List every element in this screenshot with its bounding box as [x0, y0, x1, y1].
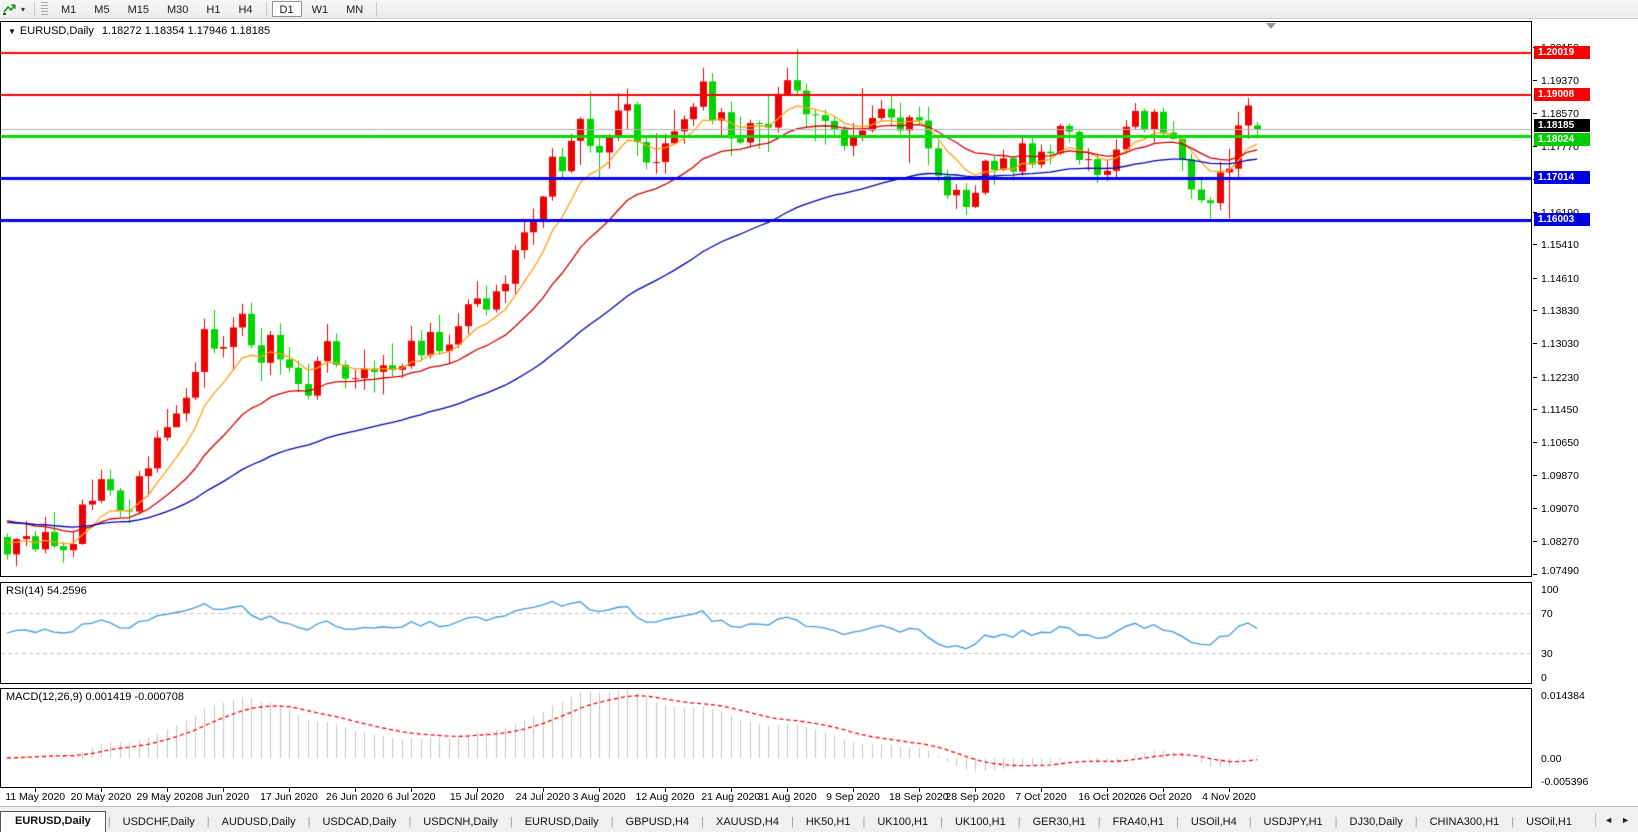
timeframe-button-m15[interactable]: M15 — [120, 1, 157, 17]
chart-ohlc-values: 1.18272 1.18354 1.17946 1.18185 — [102, 25, 270, 37]
price-tag-117014[interactable]: 1.17014 — [1534, 171, 1590, 184]
symbol-tab-usoil-h4[interactable]: USOil,H4 — [1179, 813, 1249, 832]
price-axis-label: 1.11450 — [1541, 404, 1578, 416]
price-axis-label: 1.09870 — [1541, 470, 1579, 482]
symbol-tab-hk50-h1[interactable]: HK50,H1 — [794, 813, 863, 832]
symbol-tab-usdcnh-daily[interactable]: USDCNH,Daily — [411, 813, 510, 832]
price-axis-label: 1.09070 — [1541, 503, 1579, 515]
mt4-chart-window: ▾ M1M5M15M30H1H4 D1W1MN ▼ EURUSD,Daily 1.18… — [0, 0, 1638, 832]
price-tag-119008[interactable]: 1.19008 — [1534, 88, 1590, 101]
rsi-axis-label: 30 — [1541, 648, 1553, 660]
macd-indicator-label: MACD(12,26,9) 0.001419 -0.000708 — [6, 691, 184, 703]
price-axis-tick — [1533, 541, 1537, 542]
price-axis-label: 1.07490 — [1541, 565, 1579, 577]
rsi-axis-label: 100 — [1541, 584, 1559, 596]
macd-axis-label: 0.014384 — [1541, 690, 1585, 702]
rsi-chart-canvas[interactable] — [1, 583, 1531, 683]
price-axis-tick — [1533, 343, 1537, 344]
toolbar-separator — [34, 2, 35, 17]
price-axis-tick — [1533, 113, 1537, 114]
timeframe-button-d1[interactable]: D1 — [272, 1, 302, 17]
price-axis-label: 1.12230 — [1541, 372, 1579, 384]
symbol-tab-usdjpy-h1[interactable]: USDJPY,H1 — [1252, 813, 1335, 832]
chart-symbol-label: EURUSD,Daily — [20, 25, 94, 37]
timeframe-buttons: M1M5M15M30H1H4 D1W1MN — [52, 1, 381, 17]
symbol-tab-eurusd-daily[interactable]: EURUSD,Daily — [0, 811, 106, 832]
date-axis-label: 4 Nov 2020 — [1189, 791, 1269, 803]
symbol-tab-ger30-h1[interactable]: GER30,H1 — [1021, 813, 1098, 832]
tab-scroll-right-icon[interactable]: ► — [1621, 815, 1630, 825]
tab-scroll-left-icon[interactable]: ◄ — [1604, 815, 1613, 825]
price-axis-tick — [1533, 146, 1537, 147]
price-tag-116003[interactable]: 1.16003 — [1534, 213, 1590, 226]
timeframe-button-m1[interactable]: M1 — [53, 1, 84, 17]
chart-tool-icon[interactable] — [0, 1, 20, 18]
chart-shift-marker[interactable] — [1266, 23, 1276, 29]
rsi-indicator-label: RSI(14) 54.2596 — [6, 585, 87, 597]
symbol-tab-uk100-h1[interactable]: UK100,H1 — [943, 813, 1018, 832]
price-axis-tick — [1533, 244, 1537, 245]
macd-axis-label: 0.00 — [1541, 753, 1561, 765]
symbol-tab-uk100-h1[interactable]: UK100,H1 — [865, 813, 940, 832]
toolbar-separator — [376, 2, 377, 17]
price-axis-tick — [1533, 278, 1537, 279]
tab-scroll-arrows: ◄► — [1587, 807, 1638, 832]
toolbar-grip-handle[interactable] — [41, 2, 48, 16]
collapse-chart-icon[interactable]: ▼ — [8, 27, 16, 36]
price-axis-label: 1.13030 — [1541, 338, 1579, 350]
timeframe-button-m5[interactable]: M5 — [86, 1, 117, 17]
price-tag-118024[interactable]: 1.18024 — [1534, 133, 1590, 146]
symbol-tab-audusd-daily[interactable]: AUDUSD,Daily — [210, 813, 308, 832]
symbol-tab-usdcad-daily[interactable]: USDCAD,Daily — [310, 813, 408, 832]
price-pane — [0, 21, 1532, 577]
symbol-tab-fra40-h1[interactable]: FRA40,H1 — [1101, 813, 1176, 832]
price-axis-tick — [1533, 508, 1537, 509]
price-axis-tick — [1533, 574, 1537, 575]
price-axis-label: 1.15410 — [1541, 239, 1579, 251]
price-axis-label: 1.08270 — [1541, 536, 1579, 548]
rsi-axis-label: 70 — [1541, 608, 1553, 620]
price-tag-118185[interactable]: 1.18185 — [1534, 119, 1590, 132]
symbol-tab-eurusd-daily[interactable]: EURUSD,Daily — [513, 813, 611, 832]
symbol-tab-xauusd-h4[interactable]: XAUUSD,H4 — [704, 813, 791, 832]
price-axis-tick — [1533, 409, 1537, 410]
chart-tab-bar: EURUSD,Daily|USDCHF,Daily|AUDUSD,Daily|U… — [0, 806, 1638, 832]
rsi-axis-label: 0 — [1541, 672, 1547, 684]
chevron-down-icon[interactable]: ▾ — [20, 5, 30, 14]
price-axis-label: 1.14610 — [1541, 273, 1579, 285]
toolbar-separator — [266, 2, 267, 17]
price-axis-label: 1.13830 — [1541, 305, 1579, 317]
price-axis-label: 1.10650 — [1541, 437, 1579, 449]
price-tag-120019[interactable]: 1.20019 — [1534, 46, 1590, 59]
price-chart-canvas[interactable] — [1, 22, 1531, 576]
symbol-tab-usoil-h1[interactable]: USOil,H1 — [1514, 813, 1584, 832]
macd-pane — [0, 688, 1532, 788]
date-axis[interactable]: 11 May 202020 May 202029 May 20208 Jun 2… — [0, 788, 1532, 806]
price-axis-label: 1.19370 — [1541, 75, 1579, 87]
chart-title: ▼ EURUSD,Daily 1.18272 1.18354 1.17946 1.1… — [8, 25, 270, 37]
price-axis-tick — [1533, 377, 1537, 378]
timeframe-button-h1[interactable]: H1 — [198, 1, 228, 17]
macd-chart-canvas[interactable] — [1, 689, 1531, 787]
timeframe-button-m30[interactable]: M30 — [159, 1, 196, 17]
timeframe-button-h4[interactable]: H4 — [230, 1, 260, 17]
price-axis-tick — [1533, 475, 1537, 476]
tab-separator — [1595, 813, 1596, 827]
symbol-tab-usdchf-daily[interactable]: USDCHF,Daily — [111, 813, 207, 832]
timeframe-button-w1[interactable]: W1 — [304, 1, 337, 17]
price-axis[interactable]: 1.201501.193701.185701.177701.169901.161… — [1532, 19, 1638, 788]
price-axis-tick — [1533, 80, 1537, 81]
symbol-tab-gbpusd-h4[interactable]: GBPUSD,H4 — [614, 813, 702, 832]
symbol-tab-china300-h1[interactable]: CHINA300,H1 — [1418, 813, 1512, 832]
rsi-pane — [0, 582, 1532, 684]
timeframe-button-mn[interactable]: MN — [338, 1, 371, 17]
symbol-tab-dj30-daily[interactable]: DJ30,Daily — [1338, 813, 1415, 832]
timeframe-toolbar: ▾ M1M5M15M30H1H4 D1W1MN — [0, 0, 1638, 19]
price-axis-tick — [1533, 310, 1537, 311]
macd-axis-label: -0.005396 — [1541, 776, 1588, 788]
price-axis-tick — [1533, 442, 1537, 443]
